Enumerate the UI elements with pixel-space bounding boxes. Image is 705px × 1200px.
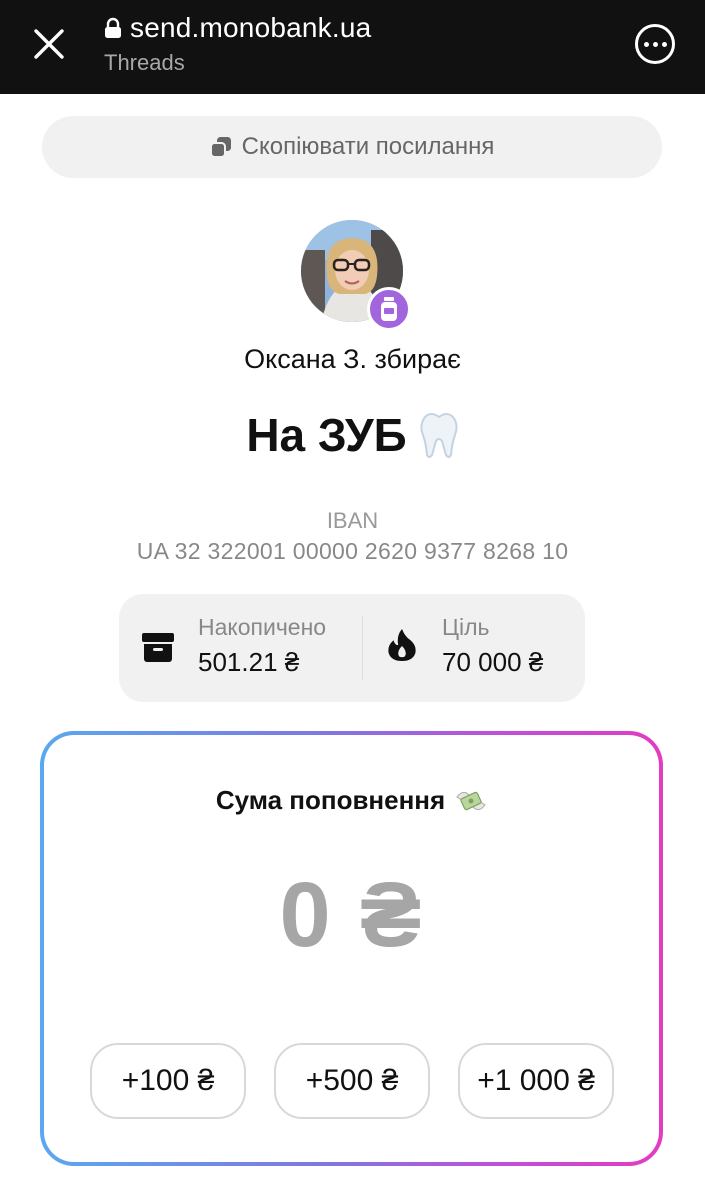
flame-icon	[388, 628, 416, 662]
preset-100-button[interactable]: +100 ₴	[90, 1043, 246, 1119]
lock-icon	[105, 17, 121, 38]
browser-top-bar: send.monobank.ua Threads	[0, 0, 705, 94]
saved-value: 501.21 ₴	[198, 647, 300, 677]
copy-icon	[209, 137, 231, 158]
jar-stats: Накопичено 501.21 ₴ Ціль 70 000 ₴	[119, 594, 585, 702]
close-button[interactable]	[22, 22, 76, 66]
jar-icon	[381, 297, 397, 321]
url-text: send.monobank.ua	[130, 12, 372, 43]
more-icon	[643, 41, 649, 47]
jar-title: На ЗУБ	[0, 408, 705, 462]
topup-card-inner: Сума поповнення 0 ₴ +100 ₴ +500 ₴ +1 000…	[44, 735, 659, 1162]
money-with-wings-icon	[456, 791, 486, 810]
saved-label: Накопичено	[198, 614, 327, 640]
url-source-label: Threads	[104, 50, 185, 75]
iban-label: IBAN	[326, 508, 379, 533]
jar-title-text: На ЗУБ	[246, 409, 407, 461]
collector-name: Оксана З. збирає	[244, 344, 461, 374]
archive-box-icon	[142, 633, 174, 662]
goal-value: 70 000 ₴	[442, 647, 544, 677]
goal-stat: Ціль 70 000 ₴	[442, 614, 543, 678]
jar-badge	[367, 287, 411, 331]
stats-divider	[362, 616, 363, 680]
url-block[interactable]: send.monobank.ua Threads	[104, 12, 371, 76]
topup-title-text: Сума поповнення	[215, 785, 446, 815]
copy-link-label: Скопіювати посилання	[241, 133, 495, 160]
topup-card: Сума поповнення 0 ₴ +100 ₴ +500 ₴ +1 000…	[40, 731, 663, 1166]
close-icon	[34, 29, 64, 59]
copy-link-button[interactable]: Скопіювати посилання	[42, 116, 662, 178]
iban-value[interactable]: UA 32 322001 00000 2620 9377 8268 10	[0, 538, 705, 565]
preset-500-button[interactable]: +500 ₴	[274, 1043, 430, 1119]
goal-label: Ціль	[442, 614, 490, 640]
saved-stat: Накопичено 501.21 ₴	[198, 614, 326, 678]
topup-title: Сума поповнення	[44, 785, 659, 816]
tooth-icon	[420, 413, 458, 458]
preset-1000-button[interactable]: +1 000 ₴	[458, 1043, 614, 1119]
topup-amount[interactable]: 0 ₴	[44, 863, 659, 968]
more-options-button[interactable]	[635, 24, 675, 64]
